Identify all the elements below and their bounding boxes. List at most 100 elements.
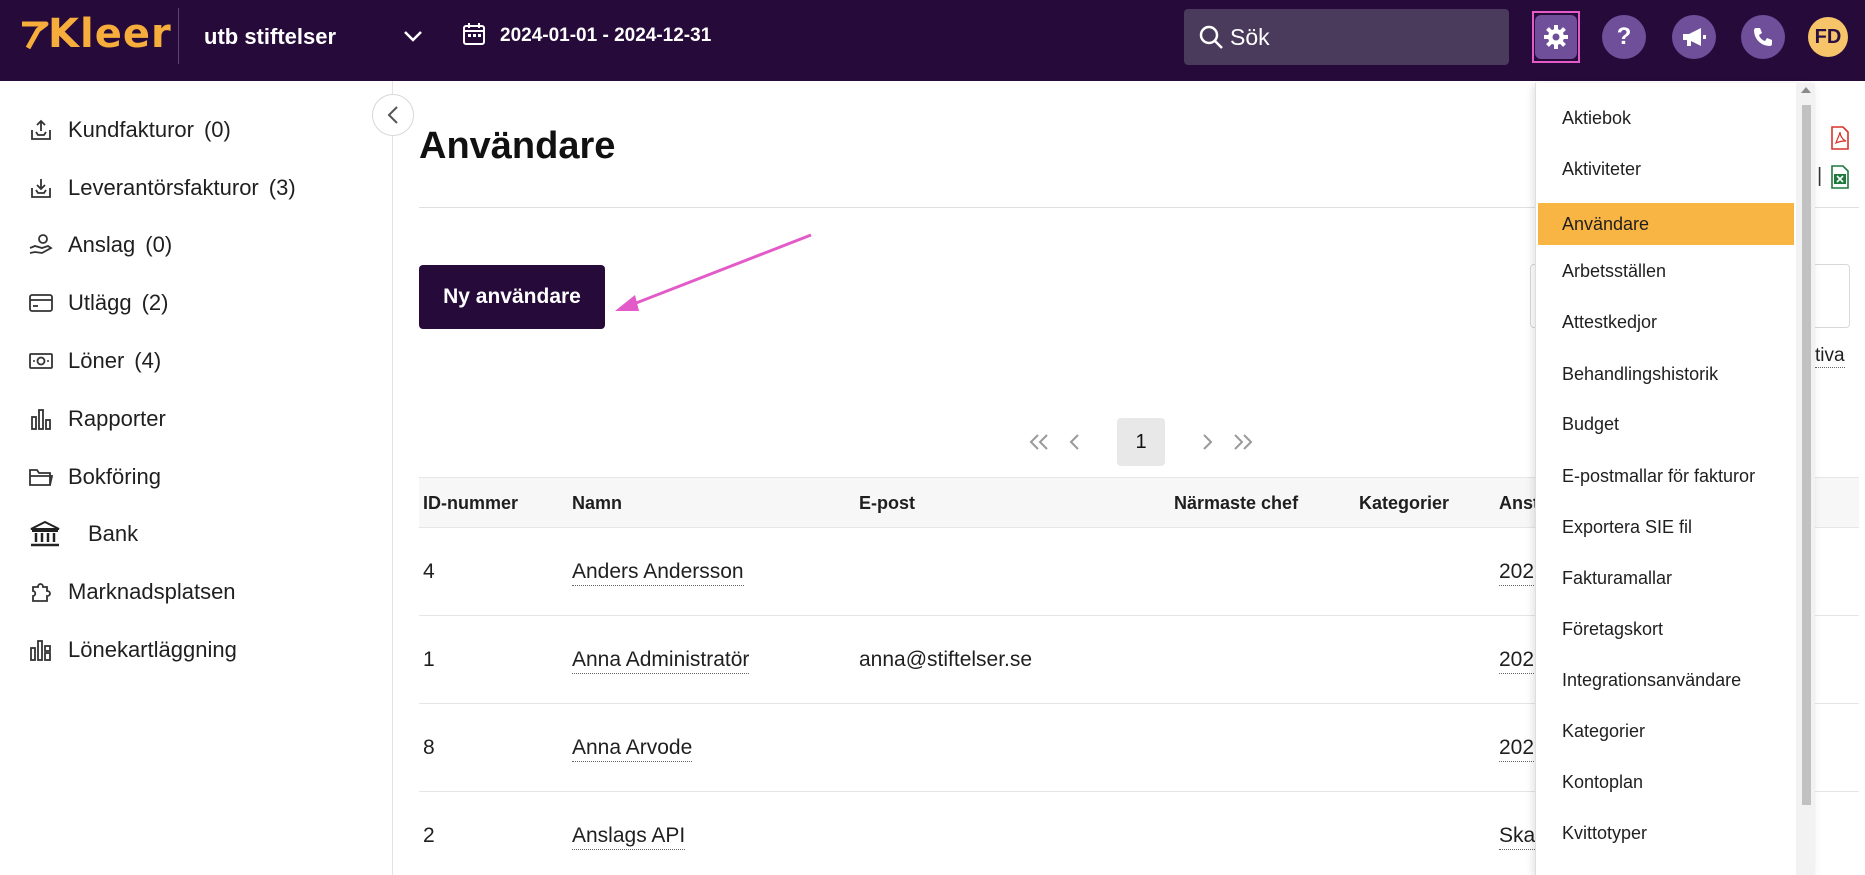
help-label: ?: [1616, 23, 1632, 50]
chevron-right-icon: [1203, 434, 1213, 450]
pdf-export-icon[interactable]: [1830, 126, 1850, 150]
salary-chart-icon: [28, 637, 54, 663]
sidebar-item-bokforing[interactable]: Bokföring: [28, 462, 161, 492]
chevron-left-icon: [1069, 434, 1079, 450]
sidebar-item-count: (4): [134, 348, 162, 373]
kleer-logo[interactable]: Kleer: [20, 11, 172, 57]
double-chevron-right-icon: [1234, 434, 1253, 450]
sidebar-item-utlagg[interactable]: Utlägg (2): [28, 288, 168, 318]
date-range[interactable]: 2024-01-01 - 2024-12-31: [500, 25, 711, 47]
sidebar-item-label: Marknadsplatsen: [68, 579, 236, 604]
sidebar-item-leverantorsfakturor[interactable]: Leverantörsfakturor (3): [28, 173, 296, 203]
column-header-manager[interactable]: Närmaste chef: [1174, 493, 1298, 514]
menu-item-integrationsanvandare[interactable]: Integrationsanvändare: [1538, 659, 1794, 701]
sidebar-item-anslag[interactable]: Anslag (0): [28, 230, 172, 260]
menu-item-kvittotyper[interactable]: Kvittotyper: [1538, 812, 1794, 854]
last-page-button[interactable]: [1225, 432, 1261, 452]
menu-item-foretagskort[interactable]: Företagskort: [1538, 608, 1794, 650]
grant-hand-icon: [28, 232, 54, 258]
cell-name-link[interactable]: Anna Arvode: [572, 736, 693, 762]
export-separator: |: [1817, 165, 1823, 187]
bar-chart-icon: [28, 406, 54, 432]
column-header-id[interactable]: ID-nummer: [423, 493, 518, 514]
first-page-button[interactable]: [1021, 432, 1057, 452]
pagination: 1: [1021, 418, 1261, 466]
scroll-up-arrow-icon[interactable]: [1801, 87, 1811, 93]
sidebar-item-count: (0): [145, 232, 173, 257]
dropdown-scrollbar[interactable]: [1796, 83, 1815, 875]
sidebar-item-label: Bank: [88, 521, 139, 546]
puzzle-icon: [28, 579, 54, 605]
phone-icon: [1754, 28, 1772, 46]
sidebar-item-kundfakturor[interactable]: Kundfakturor (0): [28, 115, 231, 145]
prev-page-button[interactable]: [1057, 432, 1093, 452]
cell-name-link[interactable]: Anders Andersson: [572, 560, 744, 586]
sidebar-item-count: (3): [268, 175, 296, 200]
sidebar: Kundfakturor (0) Leverantörsfakturor (3)…: [0, 81, 393, 875]
search-input[interactable]: [1230, 19, 1490, 55]
column-header-categories[interactable]: Kategorier: [1359, 493, 1449, 514]
scrollbar-thumb[interactable]: [1802, 105, 1811, 805]
menu-item-kontoplan[interactable]: Kontoplan: [1538, 761, 1794, 803]
invoice-in-icon: [28, 175, 54, 201]
menu-item-fakturamallar[interactable]: Fakturamallar: [1538, 557, 1794, 599]
cell-name-link[interactable]: Anna Administratör: [572, 648, 750, 674]
sidebar-item-label: Rapporter: [68, 406, 166, 431]
menu-item-attestkedjor[interactable]: Attestkedjor: [1538, 301, 1794, 343]
cell-anst-link[interactable]: 202: [1499, 560, 1535, 586]
sidebar-item-lonekartlaggning[interactable]: Lönekartläggning: [28, 635, 237, 665]
sidebar-item-label: Bokföring: [68, 464, 161, 489]
excel-export-icon[interactable]: [1830, 165, 1850, 189]
avatar[interactable]: FD: [1808, 17, 1848, 57]
bank-icon: [28, 520, 62, 547]
gear-icon: [1544, 25, 1568, 49]
search-box[interactable]: [1184, 9, 1509, 65]
new-user-button[interactable]: Ny användare: [419, 265, 605, 329]
menu-item-budget[interactable]: Budget: [1538, 403, 1794, 445]
sidebar-item-bank[interactable]: Bank: [28, 519, 138, 549]
money-icon: [28, 348, 54, 374]
cell-anst-link[interactable]: 202: [1499, 736, 1535, 762]
next-page-button[interactable]: [1189, 432, 1225, 452]
sidebar-item-rapporter[interactable]: Rapporter: [28, 404, 166, 434]
sidebar-item-count: (2): [141, 290, 169, 315]
settings-dropdown-menu: Aktiebok Aktiviteter Användare Arbetsstä…: [1535, 83, 1815, 875]
column-header-anst[interactable]: Anst: [1499, 493, 1539, 514]
calendar-icon[interactable]: [462, 22, 486, 46]
help-button[interactable]: ?: [1602, 15, 1646, 59]
menu-item-behandlingshistorik[interactable]: Behandlingshistorik: [1538, 353, 1794, 395]
menu-item-anvandare[interactable]: Användare: [1538, 203, 1794, 245]
cell-name-link[interactable]: Anslags API: [572, 824, 686, 850]
cell-anst-link[interactable]: 202: [1499, 648, 1535, 674]
sidebar-item-loner[interactable]: Löner (4): [28, 346, 161, 376]
folder-icon: [28, 464, 54, 490]
current-page[interactable]: 1: [1117, 418, 1165, 466]
menu-item-kategorier[interactable]: Kategorier: [1538, 710, 1794, 752]
show-inactive-link[interactable]: tiva: [1815, 345, 1845, 368]
menu-item-aktiviteter[interactable]: Aktiviteter: [1538, 148, 1794, 190]
sidebar-item-label: Kundfakturor: [68, 117, 194, 142]
settings-button[interactable]: [1535, 15, 1577, 59]
menu-item-arbetsstallen[interactable]: Arbetsställen: [1538, 250, 1794, 292]
menu-item-e-postmallar[interactable]: E-postmallar för fakturor: [1538, 455, 1794, 497]
sidebar-item-marknadsplatsen[interactable]: Marknadsplatsen: [28, 577, 236, 607]
chevron-down-icon[interactable]: [402, 28, 424, 44]
top-bar: Kleer utb stiftelser 2024-01-01 - 2024-1…: [0, 0, 1865, 81]
column-header-name[interactable]: Namn: [572, 493, 622, 514]
cell-id: 2: [423, 824, 435, 847]
sidebar-item-label: Leverantörsfakturor: [68, 175, 259, 200]
double-chevron-left-icon: [1029, 434, 1048, 450]
megaphone-icon: [1683, 28, 1706, 46]
company-name[interactable]: utb stiftelser: [204, 24, 336, 50]
menu-item-aktiebok[interactable]: Aktiebok: [1538, 97, 1794, 139]
cell-anst-link[interactable]: Ska: [1499, 824, 1536, 850]
cell-email: anna@stiftelser.se: [859, 648, 1033, 671]
announcements-button[interactable]: [1672, 15, 1716, 59]
header-divider: [178, 8, 179, 64]
logo-text: Kleer: [48, 11, 172, 57]
column-header-email[interactable]: E-post: [859, 493, 915, 514]
cell-id: 1: [423, 648, 435, 671]
phone-button[interactable]: [1741, 15, 1785, 59]
cell-id: 4: [423, 560, 435, 583]
menu-item-exportera-sie[interactable]: Exportera SIE fil: [1538, 506, 1794, 548]
